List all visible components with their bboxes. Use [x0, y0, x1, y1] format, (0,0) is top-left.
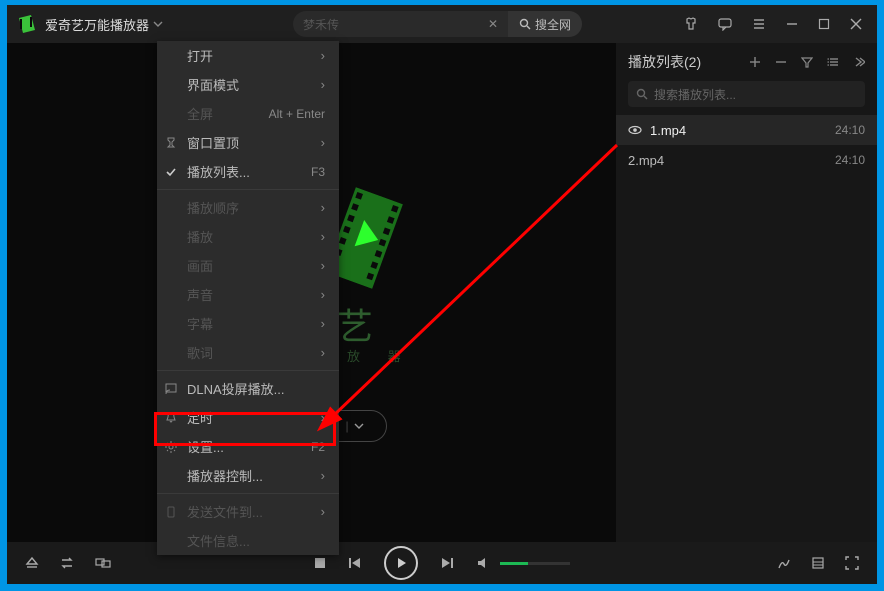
playlist-collapse-icon[interactable] — [853, 56, 865, 68]
fullscreen-icon[interactable] — [845, 556, 859, 570]
check-icon — [165, 166, 179, 178]
effects-icon[interactable] — [777, 556, 791, 570]
menu-picture: 画面› — [157, 251, 339, 280]
playlist-item[interactable]: 1.mp4 24:10 — [616, 115, 877, 145]
menu-open[interactable]: 打开› — [157, 41, 339, 70]
title-dropdown-icon[interactable] — [153, 19, 163, 29]
playlist-remove-icon[interactable] — [775, 56, 787, 68]
capture-icon[interactable] — [811, 556, 825, 570]
menu-playback: 播放› — [157, 222, 339, 251]
playlist-sidebar: 播放列表(2) 搜索播放列表... 1.mp4 24:10 2.mp4 — [615, 43, 877, 542]
menu-lyrics: 歌词› — [157, 338, 339, 367]
menu-settings[interactable]: 设置...F2 — [157, 432, 339, 461]
menu-subtitle: 字幕› — [157, 309, 339, 338]
menu-fileinfo: 文件信息... — [157, 526, 339, 555]
titlebar-icons — [684, 17, 877, 31]
skin-icon[interactable] — [684, 17, 698, 31]
bell-icon — [165, 412, 179, 424]
chevron-down-icon — [354, 421, 364, 431]
playlist-title: 播放列表(2) — [628, 52, 701, 72]
menu-ontop[interactable]: 窗口置顶› — [157, 128, 339, 157]
context-menu: 打开› 界面模式› 全屏Alt + Enter 窗口置顶› 播放列表...F3 … — [157, 41, 339, 555]
play-button[interactable] — [384, 546, 418, 580]
next-icon[interactable] — [440, 556, 454, 570]
stop-icon[interactable] — [314, 557, 326, 569]
volume-control[interactable] — [476, 556, 570, 570]
search-icon — [519, 18, 531, 30]
menu-icon[interactable] — [752, 17, 766, 31]
gear-icon — [165, 441, 179, 453]
menu-timer[interactable]: 定时› — [157, 403, 339, 432]
playlist-list-icon[interactable] — [827, 56, 839, 68]
main-area: 艺 放 器 | 播放列表(2) 搜索播放列表... — [7, 43, 877, 542]
playing-icon — [628, 123, 642, 137]
pin-icon — [165, 137, 179, 149]
search-icon — [636, 88, 648, 100]
dual-screen-icon[interactable] — [95, 556, 111, 570]
search-all-button[interactable]: 搜全网 — [508, 11, 582, 37]
clear-search-icon[interactable]: ✕ — [488, 17, 498, 31]
app-window: 爱奇艺万能播放器 梦禾传 ✕ 搜全网 — [7, 5, 877, 584]
menu-ui-mode[interactable]: 界面模式› — [157, 70, 339, 99]
playlist-item-duration: 24:10 — [835, 123, 865, 137]
menu-audio: 声音› — [157, 280, 339, 309]
message-icon[interactable] — [718, 17, 732, 31]
app-title: 爱奇艺万能播放器 — [45, 15, 149, 34]
loop-icon[interactable] — [59, 556, 75, 570]
bg-brand-sub: 放 器 — [347, 346, 413, 365]
playlist-filter-icon[interactable] — [801, 56, 813, 68]
close-icon[interactable] — [850, 18, 862, 30]
menu-playlist[interactable]: 播放列表...F3 — [157, 157, 339, 186]
prev-icon[interactable] — [348, 556, 362, 570]
menu-dlna[interactable]: DLNA投屏播放... — [157, 374, 339, 403]
minimize-icon[interactable] — [786, 18, 798, 30]
maximize-icon[interactable] — [818, 18, 830, 30]
playlist-header: 播放列表(2) — [616, 43, 877, 81]
cast-icon — [165, 383, 179, 395]
bg-brand-text: 艺 — [337, 298, 377, 350]
playlist-item-duration: 24:10 — [835, 153, 865, 167]
eject-icon[interactable] — [25, 556, 39, 570]
app-logo-icon — [17, 14, 37, 34]
volume-icon — [476, 556, 490, 570]
menu-fullscreen: 全屏Alt + Enter — [157, 99, 339, 128]
player-controls — [7, 542, 877, 584]
device-icon — [165, 506, 179, 518]
playlist-search-input[interactable]: 搜索播放列表... — [628, 81, 865, 107]
playlist-item-name: 1.mp4 — [650, 123, 686, 138]
playlist-item[interactable]: 2.mp4 24:10 — [616, 145, 877, 175]
menu-order: 播放顺序› — [157, 193, 339, 222]
playlist-item-name: 2.mp4 — [628, 153, 664, 168]
playlist-add-icon[interactable] — [749, 56, 761, 68]
search-input[interactable]: 梦禾传 ✕ — [293, 11, 508, 37]
menu-sendto: 发送文件到...› — [157, 497, 339, 526]
menu-playerctl[interactable]: 播放器控制...› — [157, 461, 339, 490]
volume-slider[interactable] — [500, 562, 570, 565]
titlebar: 爱奇艺万能播放器 梦禾传 ✕ 搜全网 — [7, 5, 877, 43]
